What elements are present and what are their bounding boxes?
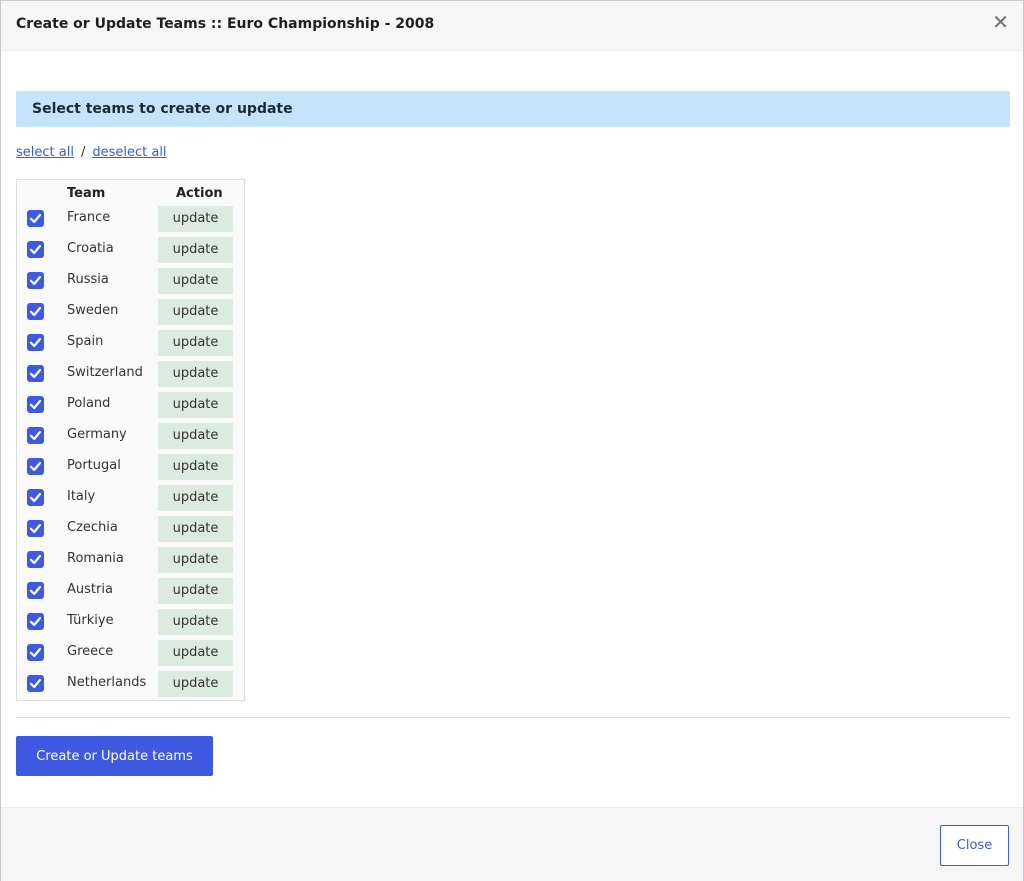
action-badge: update: [158, 330, 233, 356]
table-row: Netherlands update: [17, 671, 244, 697]
checkmark-icon: [29, 244, 42, 255]
table-row: Greece update: [17, 640, 244, 666]
team-name: Switzerland: [67, 365, 143, 380]
table-row: Türkiye update: [17, 609, 244, 635]
action-badge: update: [158, 516, 233, 542]
action-badge: update: [158, 423, 233, 449]
team-checkbox[interactable]: [27, 489, 44, 506]
modal-dialog: Create or Update Teams :: Euro Champions…: [0, 0, 1024, 881]
table-row: Czechia update: [17, 516, 244, 542]
table-row: Romania update: [17, 547, 244, 573]
action-badge: update: [158, 547, 233, 573]
team-checkbox[interactable]: [27, 365, 44, 382]
team-name: Portugal: [67, 458, 121, 473]
action-badge: update: [158, 609, 233, 635]
team-name: Germany: [67, 427, 127, 442]
team-checkbox[interactable]: [27, 241, 44, 258]
team-name: Croatia: [67, 241, 114, 256]
table-row: Poland update: [17, 392, 244, 418]
team-checkbox[interactable]: [27, 582, 44, 599]
action-badge: update: [158, 392, 233, 418]
team-checkbox[interactable]: [27, 675, 44, 692]
modal-title: Create or Update Teams :: Euro Champions…: [16, 16, 435, 32]
banner-text: Select teams to create or update: [32, 101, 293, 117]
table-row: Portugal update: [17, 454, 244, 480]
team-checkbox[interactable]: [27, 613, 44, 630]
team-name: Romania: [67, 551, 124, 566]
team-name: Spain: [67, 334, 104, 349]
action-badge: update: [158, 485, 233, 511]
table-row: Croatia update: [17, 237, 244, 263]
modal-header: Create or Update Teams :: Euro Champions…: [1, 1, 1023, 51]
link-separator: /: [80, 145, 86, 160]
action-badge: update: [158, 299, 233, 325]
team-checkbox[interactable]: [27, 396, 44, 413]
selection-banner: Select teams to create or update: [16, 91, 1010, 127]
close-button[interactable]: Close: [940, 825, 1009, 866]
table-row: Switzerland update: [17, 361, 244, 387]
team-name: France: [67, 210, 111, 225]
action-badge: update: [158, 206, 233, 232]
team-name: Austria: [67, 582, 113, 597]
action-badge: update: [158, 237, 233, 263]
action-badge: update: [158, 361, 233, 387]
table-row: France update: [17, 206, 244, 232]
checkmark-icon: [29, 213, 42, 224]
checkmark-icon: [29, 337, 42, 348]
team-checkbox[interactable]: [27, 303, 44, 320]
checkmark-icon: [29, 275, 42, 286]
team-checkbox[interactable]: [27, 458, 44, 475]
deselect-all-link[interactable]: deselect all: [92, 145, 166, 160]
team-checkbox[interactable]: [27, 427, 44, 444]
table-row: Sweden update: [17, 299, 244, 325]
divider: [16, 717, 1010, 718]
table-row: Russia update: [17, 268, 244, 294]
team-name: Netherlands: [67, 675, 147, 690]
checkmark-icon: [29, 678, 42, 689]
team-checkbox[interactable]: [27, 334, 44, 351]
close-icon[interactable]: ✕: [992, 11, 1009, 33]
modal-footer: Close: [1, 807, 1023, 881]
checkmark-icon: [29, 523, 42, 534]
checkmark-icon: [29, 616, 42, 627]
checkmark-icon: [29, 554, 42, 565]
table-row: Italy update: [17, 485, 244, 511]
team-name: Greece: [67, 644, 114, 659]
checkmark-icon: [29, 430, 42, 441]
team-checkbox[interactable]: [27, 520, 44, 537]
team-name: Italy: [67, 489, 96, 504]
checkmark-icon: [29, 399, 42, 410]
table-row: Germany update: [17, 423, 244, 449]
table-row: Spain update: [17, 330, 244, 356]
create-or-update-teams-button[interactable]: Create or Update teams: [16, 736, 213, 776]
action-badge: update: [158, 578, 233, 604]
team-name: Russia: [67, 272, 109, 287]
checkmark-icon: [29, 368, 42, 379]
action-badge: update: [158, 640, 233, 666]
team-checkbox[interactable]: [27, 210, 44, 227]
team-checkbox[interactable]: [27, 644, 44, 661]
team-checkbox[interactable]: [27, 272, 44, 289]
action-badge: update: [158, 268, 233, 294]
teams-table: Team Action France update Croatia update Rus…: [16, 179, 245, 701]
checkmark-icon: [29, 461, 42, 472]
action-badge: update: [158, 671, 233, 697]
team-checkbox[interactable]: [27, 551, 44, 568]
action-column-header: Action: [176, 186, 223, 201]
team-name: Czechia: [67, 520, 118, 535]
select-all-link[interactable]: select all: [16, 145, 74, 160]
table-row: Austria update: [17, 578, 244, 604]
checkmark-icon: [29, 647, 42, 658]
selection-links: select all / deselect all: [16, 145, 167, 160]
team-name: Türkiye: [67, 613, 114, 628]
team-column-header: Team: [67, 186, 106, 201]
checkmark-icon: [29, 585, 42, 596]
action-badge: update: [158, 454, 233, 480]
team-name: Poland: [67, 396, 111, 411]
checkmark-icon: [29, 306, 42, 317]
checkmark-icon: [29, 492, 42, 503]
team-name: Sweden: [67, 303, 119, 318]
